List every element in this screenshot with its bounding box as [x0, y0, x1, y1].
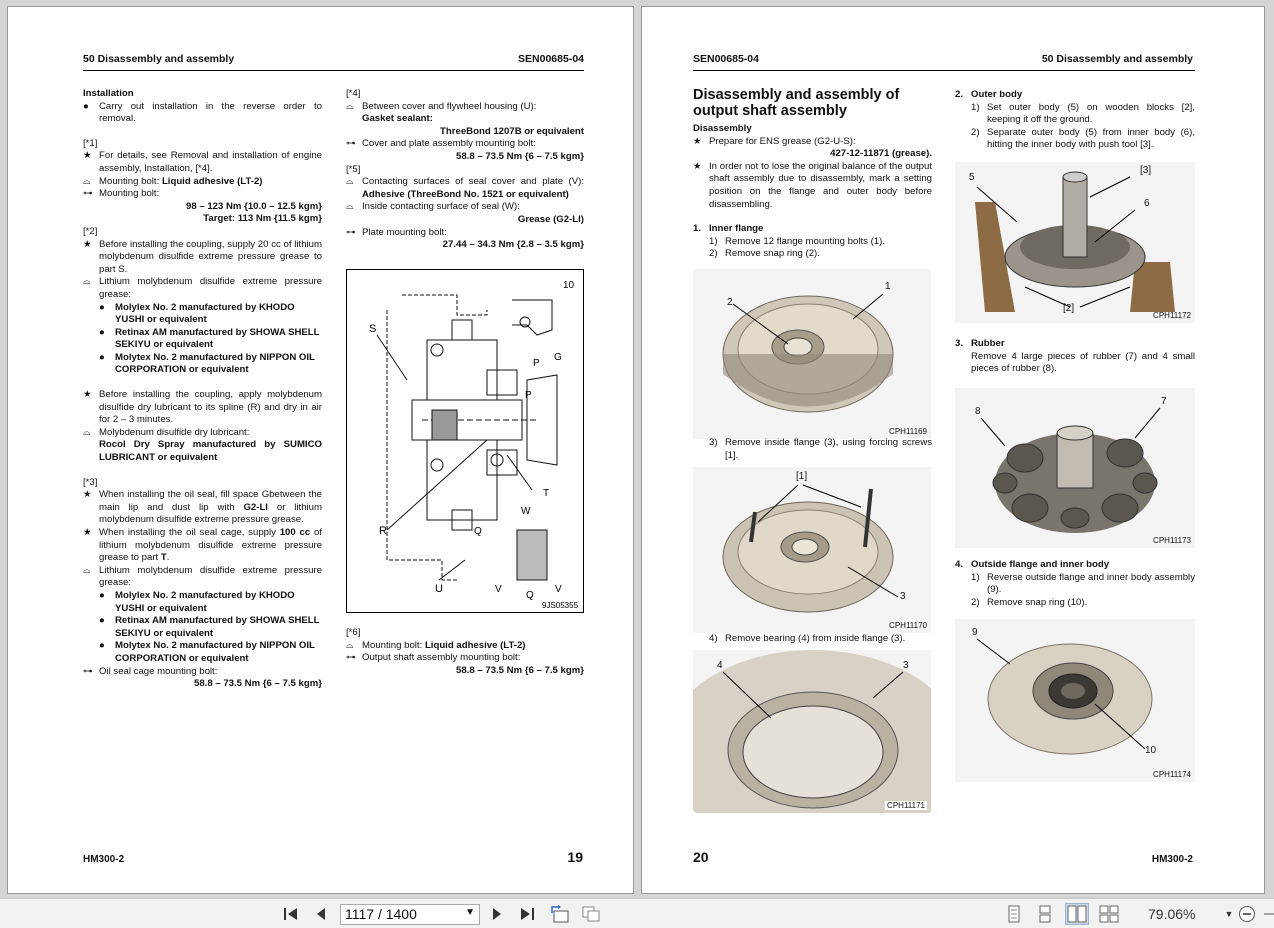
note-6-label: [*6] — [346, 627, 361, 638]
adhesive-icon: ⌓ — [83, 175, 91, 187]
zoom-level[interactable]: 79.06% — [1148, 906, 1195, 922]
note-4-label: [*4] — [346, 88, 361, 99]
document-viewport[interactable]: 50 Disassembly and assembly SEN00685-04 … — [0, 0, 1274, 898]
zoom-slider-icon[interactable] — [1258, 904, 1274, 924]
page-20: SEN00685-04 50 Disassembly and assembly … — [641, 6, 1265, 894]
photo-outer-body-blocks: [3] 6 5 [2] CPH11172 — [955, 162, 1195, 323]
footer-model: HM300-2 — [83, 854, 125, 865]
header-rule — [83, 70, 584, 71]
note-5-label: [*5] — [346, 163, 361, 175]
fig-label-s: S — [369, 323, 376, 335]
grease-icon: ⌓ — [346, 201, 354, 213]
adhesive-icon: ⌓ — [346, 639, 354, 651]
left-column-1: Installation ● Carry out installation in … — [83, 88, 323, 690]
sealant-icon: ⌓ — [346, 100, 354, 112]
callout-9: 9 — [972, 627, 978, 638]
copy-page-icon[interactable] — [580, 904, 602, 924]
callout-6: 6 — [1144, 198, 1150, 209]
note-3-label: [*3] — [83, 476, 98, 488]
running-header-left: 50 Disassembly and assembly — [83, 53, 235, 65]
installation-item: ● Carry out installation in the reverse o… — [83, 100, 322, 125]
fig-label-q: Q — [474, 526, 482, 537]
callout-10: 10 — [1145, 745, 1157, 756]
fig-label-10: 10 — [563, 280, 575, 291]
adhesive-icon: ⌓ — [346, 176, 354, 188]
fig-label-t: T — [543, 488, 549, 499]
callout-bracket-1: [1] — [796, 471, 808, 482]
footer-page-number: 19 — [567, 849, 583, 865]
torque-wrench-icon: ⊶ — [346, 138, 356, 150]
two-page-continuous-view-icon[interactable] — [1097, 903, 1121, 925]
note-1-label: [*1] — [83, 137, 98, 149]
fig-label-u: U — [435, 583, 443, 595]
fig-label-p2: P — [525, 390, 532, 401]
photo-caption: CPH11174 — [1153, 770, 1191, 779]
viewer-toolbar: 1117 / 1400 ▼ 79.06% ▼ — [0, 898, 1274, 928]
torque-wrench-icon: ⊶ — [346, 652, 356, 664]
left-column-2: [*4] ⌓ Between cover and flywheel housing… — [346, 88, 584, 251]
figure-id: 9JS05355 — [542, 601, 579, 610]
first-page-icon[interactable] — [280, 904, 302, 924]
grease-icon: ⌓ — [83, 564, 91, 576]
torque-wrench-icon: ⊶ — [83, 665, 93, 677]
right-column-2: 2. Outer body 1) Set outer body (5) on woo… — [955, 89, 1195, 151]
single-page-view-icon[interactable] — [1002, 903, 1026, 925]
photo-rubber-pieces: 8 7 CPH11173 — [955, 388, 1195, 548]
grease-icon: ⌓ — [83, 276, 91, 288]
zoom-out-icon[interactable] — [1236, 904, 1258, 924]
photo-caption: CPH11172 — [1153, 311, 1191, 320]
torque-wrench-icon: ⊶ — [346, 226, 356, 238]
next-page-icon[interactable] — [486, 904, 508, 924]
fig-label-r: R — [379, 525, 387, 537]
coupling-cross-section-drawing: S R U Q T P P G 10 W V V Q 9JS05355 — [369, 280, 579, 610]
prev-page-icon[interactable] — [310, 904, 332, 924]
two-page-view-icon[interactable] — [1065, 903, 1089, 925]
lubricant-icon: ⌓ — [83, 426, 91, 438]
callout-8: 8 — [975, 406, 981, 417]
running-header-right: 50 Disassembly and assembly — [1041, 53, 1193, 65]
callout-2: 2 — [727, 297, 733, 308]
installation-heading: Installation — [83, 88, 134, 99]
fig-label-w: W — [521, 506, 531, 517]
rotate-page-icon[interactable] — [549, 904, 571, 924]
callout-7: 7 — [1161, 396, 1167, 407]
header-rule — [693, 70, 1195, 71]
photo-outside-flange: 9 10 CPH11174 — [955, 619, 1195, 782]
torque-wrench-icon: ⊶ — [83, 188, 93, 200]
callout-1: 1 — [885, 281, 891, 292]
footer-page-number: 20 — [693, 849, 709, 865]
callout-bracket-3: [3] — [1140, 165, 1152, 176]
page-19: 50 Disassembly and assembly SEN00685-04 … — [7, 6, 634, 894]
fig-label-g: G — [554, 352, 562, 363]
callout-3: 3 — [900, 591, 906, 602]
cross-section-figure: S R U Q T P P G 10 W V V Q 9JS05355 — [346, 269, 584, 613]
page-number-field[interactable]: 1117 / 1400 ▼ — [340, 904, 480, 925]
note-2-label: [*2] — [83, 225, 98, 237]
photo-caption: CPH11171 — [885, 801, 927, 810]
footer-model: HM300-2 — [1151, 854, 1193, 865]
section-title: Disassembly and assembly of output shaft… — [693, 87, 900, 119]
continuous-view-icon[interactable] — [1033, 903, 1057, 925]
running-header-right: SEN00685-04 — [518, 53, 584, 65]
disassembly-heading: Disassembly — [693, 123, 752, 134]
fig-label-v1: V — [495, 584, 502, 595]
fig-label-q2: Q — [526, 590, 534, 601]
note-6-block: [*6] ⌓ Mounting bolt: Liquid adhesive (LT… — [346, 627, 584, 676]
photo-caption: CPH11170 — [889, 621, 927, 630]
callout-3: 3 — [903, 660, 909, 671]
callout-bracket-2: [2] — [1063, 303, 1075, 314]
right-column-1: Disassembly ★ Prepare for ENS grease (G2-… — [693, 123, 932, 260]
fig-label-v2: V — [555, 584, 562, 595]
fig-label-p1: P — [533, 358, 540, 369]
callout-4: 4 — [717, 660, 723, 671]
photo-caption: CPH11169 — [889, 427, 927, 436]
photo-forcing-screws: [1] 3 CPH11170 — [693, 467, 931, 633]
running-header-left: SEN00685-04 — [693, 53, 759, 65]
chevron-down-icon[interactable]: ▼ — [465, 907, 475, 918]
photo-caption: CPH11173 — [1153, 536, 1191, 545]
last-page-icon[interactable] — [516, 904, 538, 924]
callout-5: 5 — [969, 172, 975, 183]
photo-bearing-removal: 4 3 CPH11171 — [693, 650, 931, 813]
photo-inner-flange-bolts: 2 1 CPH11169 — [693, 269, 931, 439]
